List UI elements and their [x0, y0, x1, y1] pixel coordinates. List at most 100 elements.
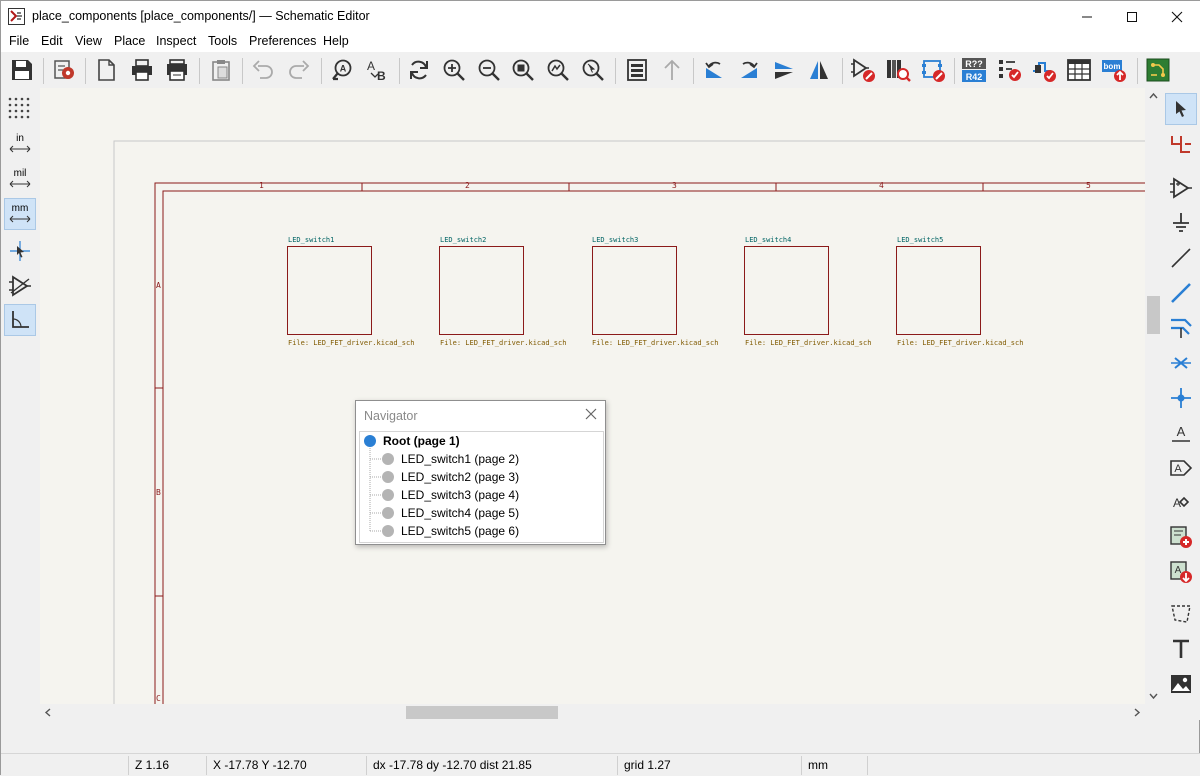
- add-line-button[interactable]: [1165, 242, 1197, 274]
- generate-bom-button[interactable]: bom: [1099, 55, 1129, 85]
- print-button[interactable]: [127, 55, 157, 85]
- page-settings-button[interactable]: [91, 55, 121, 85]
- menu-inspect[interactable]: Inspect: [156, 34, 196, 48]
- undo-button[interactable]: [248, 55, 278, 85]
- vertical-scrollbar[interactable]: [1145, 88, 1162, 704]
- schematic-setup-button[interactable]: [50, 55, 80, 85]
- sheet-icon: [382, 453, 394, 465]
- tree-item[interactable]: LED_switch5 (page 6): [382, 522, 519, 540]
- zoom-in-button[interactable]: [439, 55, 469, 85]
- horizontal-scroll-thumb[interactable]: [406, 706, 558, 719]
- hierarchy-navigator-button[interactable]: [622, 55, 652, 85]
- cursor-style-button[interactable]: [4, 235, 36, 267]
- tree-item[interactable]: LED_switch4 (page 5): [382, 504, 519, 522]
- add-sheet-icon: [1170, 526, 1192, 548]
- page-settings-icon: [98, 59, 115, 81]
- import-sheet-pin-button[interactable]: A: [1165, 556, 1197, 588]
- tree-item[interactable]: LED_switch2 (page 3): [382, 468, 519, 486]
- open-pcb-editor-button[interactable]: [1143, 55, 1173, 85]
- mirror-vertical-button[interactable]: [769, 55, 799, 85]
- select-tool-button[interactable]: [1165, 93, 1197, 125]
- mirror-horizontal-button[interactable]: [804, 55, 834, 85]
- units-mils-button[interactable]: mil: [4, 163, 36, 195]
- add-symbol-button[interactable]: [1165, 172, 1197, 204]
- zoom-fit-button[interactable]: [508, 55, 538, 85]
- find-replace-button[interactable]: AB: [362, 55, 392, 85]
- zoom-selection-button[interactable]: [578, 55, 608, 85]
- tree-item[interactable]: LED_switch1 (page 2): [382, 450, 519, 468]
- navigator-panel[interactable]: Navigator Root (page 1) LED_switch1 (pag…: [355, 400, 606, 545]
- highlight-net-button[interactable]: [1165, 128, 1197, 160]
- hierarchical-sheet[interactable]: [592, 246, 677, 335]
- toggle-grid-button[interactable]: [4, 93, 36, 125]
- menu-preferences[interactable]: Preferences: [249, 34, 316, 48]
- units-inches-button[interactable]: in: [4, 128, 36, 160]
- menu-file[interactable]: File: [9, 34, 29, 48]
- add-no-connect-button[interactable]: [1165, 347, 1197, 379]
- save-button[interactable]: [7, 55, 37, 85]
- menu-tools[interactable]: Tools: [208, 34, 237, 48]
- add-sheet-button[interactable]: [1165, 521, 1197, 553]
- hidden-pins-icon: [9, 275, 31, 297]
- zoom-objects-button[interactable]: [543, 55, 573, 85]
- redo-icon: [289, 60, 310, 79]
- symbol-browser-button[interactable]: [883, 55, 913, 85]
- assign-footprints-button[interactable]: [1029, 55, 1059, 85]
- hierarchical-sheet[interactable]: [744, 246, 829, 335]
- show-hidden-pins-button[interactable]: [4, 270, 36, 302]
- scroll-up-icon: [1149, 92, 1158, 99]
- symbol-fields-table-button[interactable]: [1064, 55, 1094, 85]
- rotate-cw-button[interactable]: [734, 55, 764, 85]
- zoom-in-icon: [443, 59, 465, 81]
- svg-text:R42: R42: [966, 72, 983, 82]
- hierarchical-sheet[interactable]: [287, 246, 372, 335]
- add-image-button[interactable]: [1165, 668, 1197, 700]
- add-text-button[interactable]: [1165, 633, 1197, 665]
- minimize-button[interactable]: [1064, 1, 1109, 32]
- plot-button[interactable]: [162, 55, 192, 85]
- add-bus-button[interactable]: [1165, 312, 1197, 344]
- find-button[interactable]: A: [327, 55, 357, 85]
- maximize-button[interactable]: [1109, 1, 1154, 32]
- svg-text:A: A: [1174, 463, 1182, 475]
- add-junction-button[interactable]: [1165, 382, 1197, 414]
- footprint-editor-button[interactable]: [918, 55, 948, 85]
- close-button[interactable]: [1154, 1, 1199, 32]
- app-icon: [8, 8, 25, 25]
- add-global-label-button[interactable]: A: [1165, 452, 1197, 484]
- add-hierarchical-label-button[interactable]: A: [1165, 486, 1197, 518]
- arrow-both-icon: [9, 180, 31, 188]
- hierarchical-sheet[interactable]: [896, 246, 981, 335]
- main-toolbar: A AB R?? R42 bom: [1, 52, 1200, 88]
- leave-sheet-button[interactable]: [657, 55, 687, 85]
- sheet-file-label: File: LED_FET_driver.kicad_sch: [897, 339, 1024, 347]
- add-power-button[interactable]: [1165, 207, 1197, 239]
- tree-item[interactable]: LED_switch3 (page 4): [382, 486, 519, 504]
- menu-view[interactable]: View: [75, 34, 102, 48]
- menu-edit[interactable]: Edit: [41, 34, 63, 48]
- rotate-cw-icon: [741, 61, 758, 78]
- add-label-button[interactable]: A: [1165, 417, 1197, 449]
- horizontal-scrollbar[interactable]: [40, 704, 1145, 721]
- paste-button[interactable]: [206, 55, 236, 85]
- schematic-editor-window: place_components [place_components/] — S…: [0, 0, 1200, 776]
- add-wire-button[interactable]: [1165, 277, 1197, 309]
- rotate-ccw-button[interactable]: [699, 55, 729, 85]
- schematic-canvas[interactable]: 1 2 3 4 5 A B C LED_switch1 File: LED_FE…: [40, 88, 1145, 704]
- units-mm-button[interactable]: mm: [4, 198, 36, 230]
- svg-text:A: A: [1177, 424, 1186, 439]
- line-angle-mode-button[interactable]: [4, 304, 36, 336]
- close-icon[interactable]: [582, 405, 600, 423]
- zoom-out-button[interactable]: [474, 55, 504, 85]
- add-graphic-polygon-button[interactable]: [1165, 598, 1197, 630]
- annotate-button[interactable]: R?? R42: [959, 55, 989, 85]
- vertical-scroll-thumb[interactable]: [1147, 296, 1160, 334]
- sheet-file-label: File: LED_FET_driver.kicad_sch: [592, 339, 719, 347]
- hierarchical-sheet[interactable]: [439, 246, 524, 335]
- menu-place[interactable]: Place: [114, 34, 145, 48]
- redo-button[interactable]: [284, 55, 314, 85]
- symbol-editor-button[interactable]: [848, 55, 878, 85]
- refresh-button[interactable]: [404, 55, 434, 85]
- erc-button[interactable]: [995, 55, 1025, 85]
- menu-help[interactable]: Help: [323, 34, 349, 48]
